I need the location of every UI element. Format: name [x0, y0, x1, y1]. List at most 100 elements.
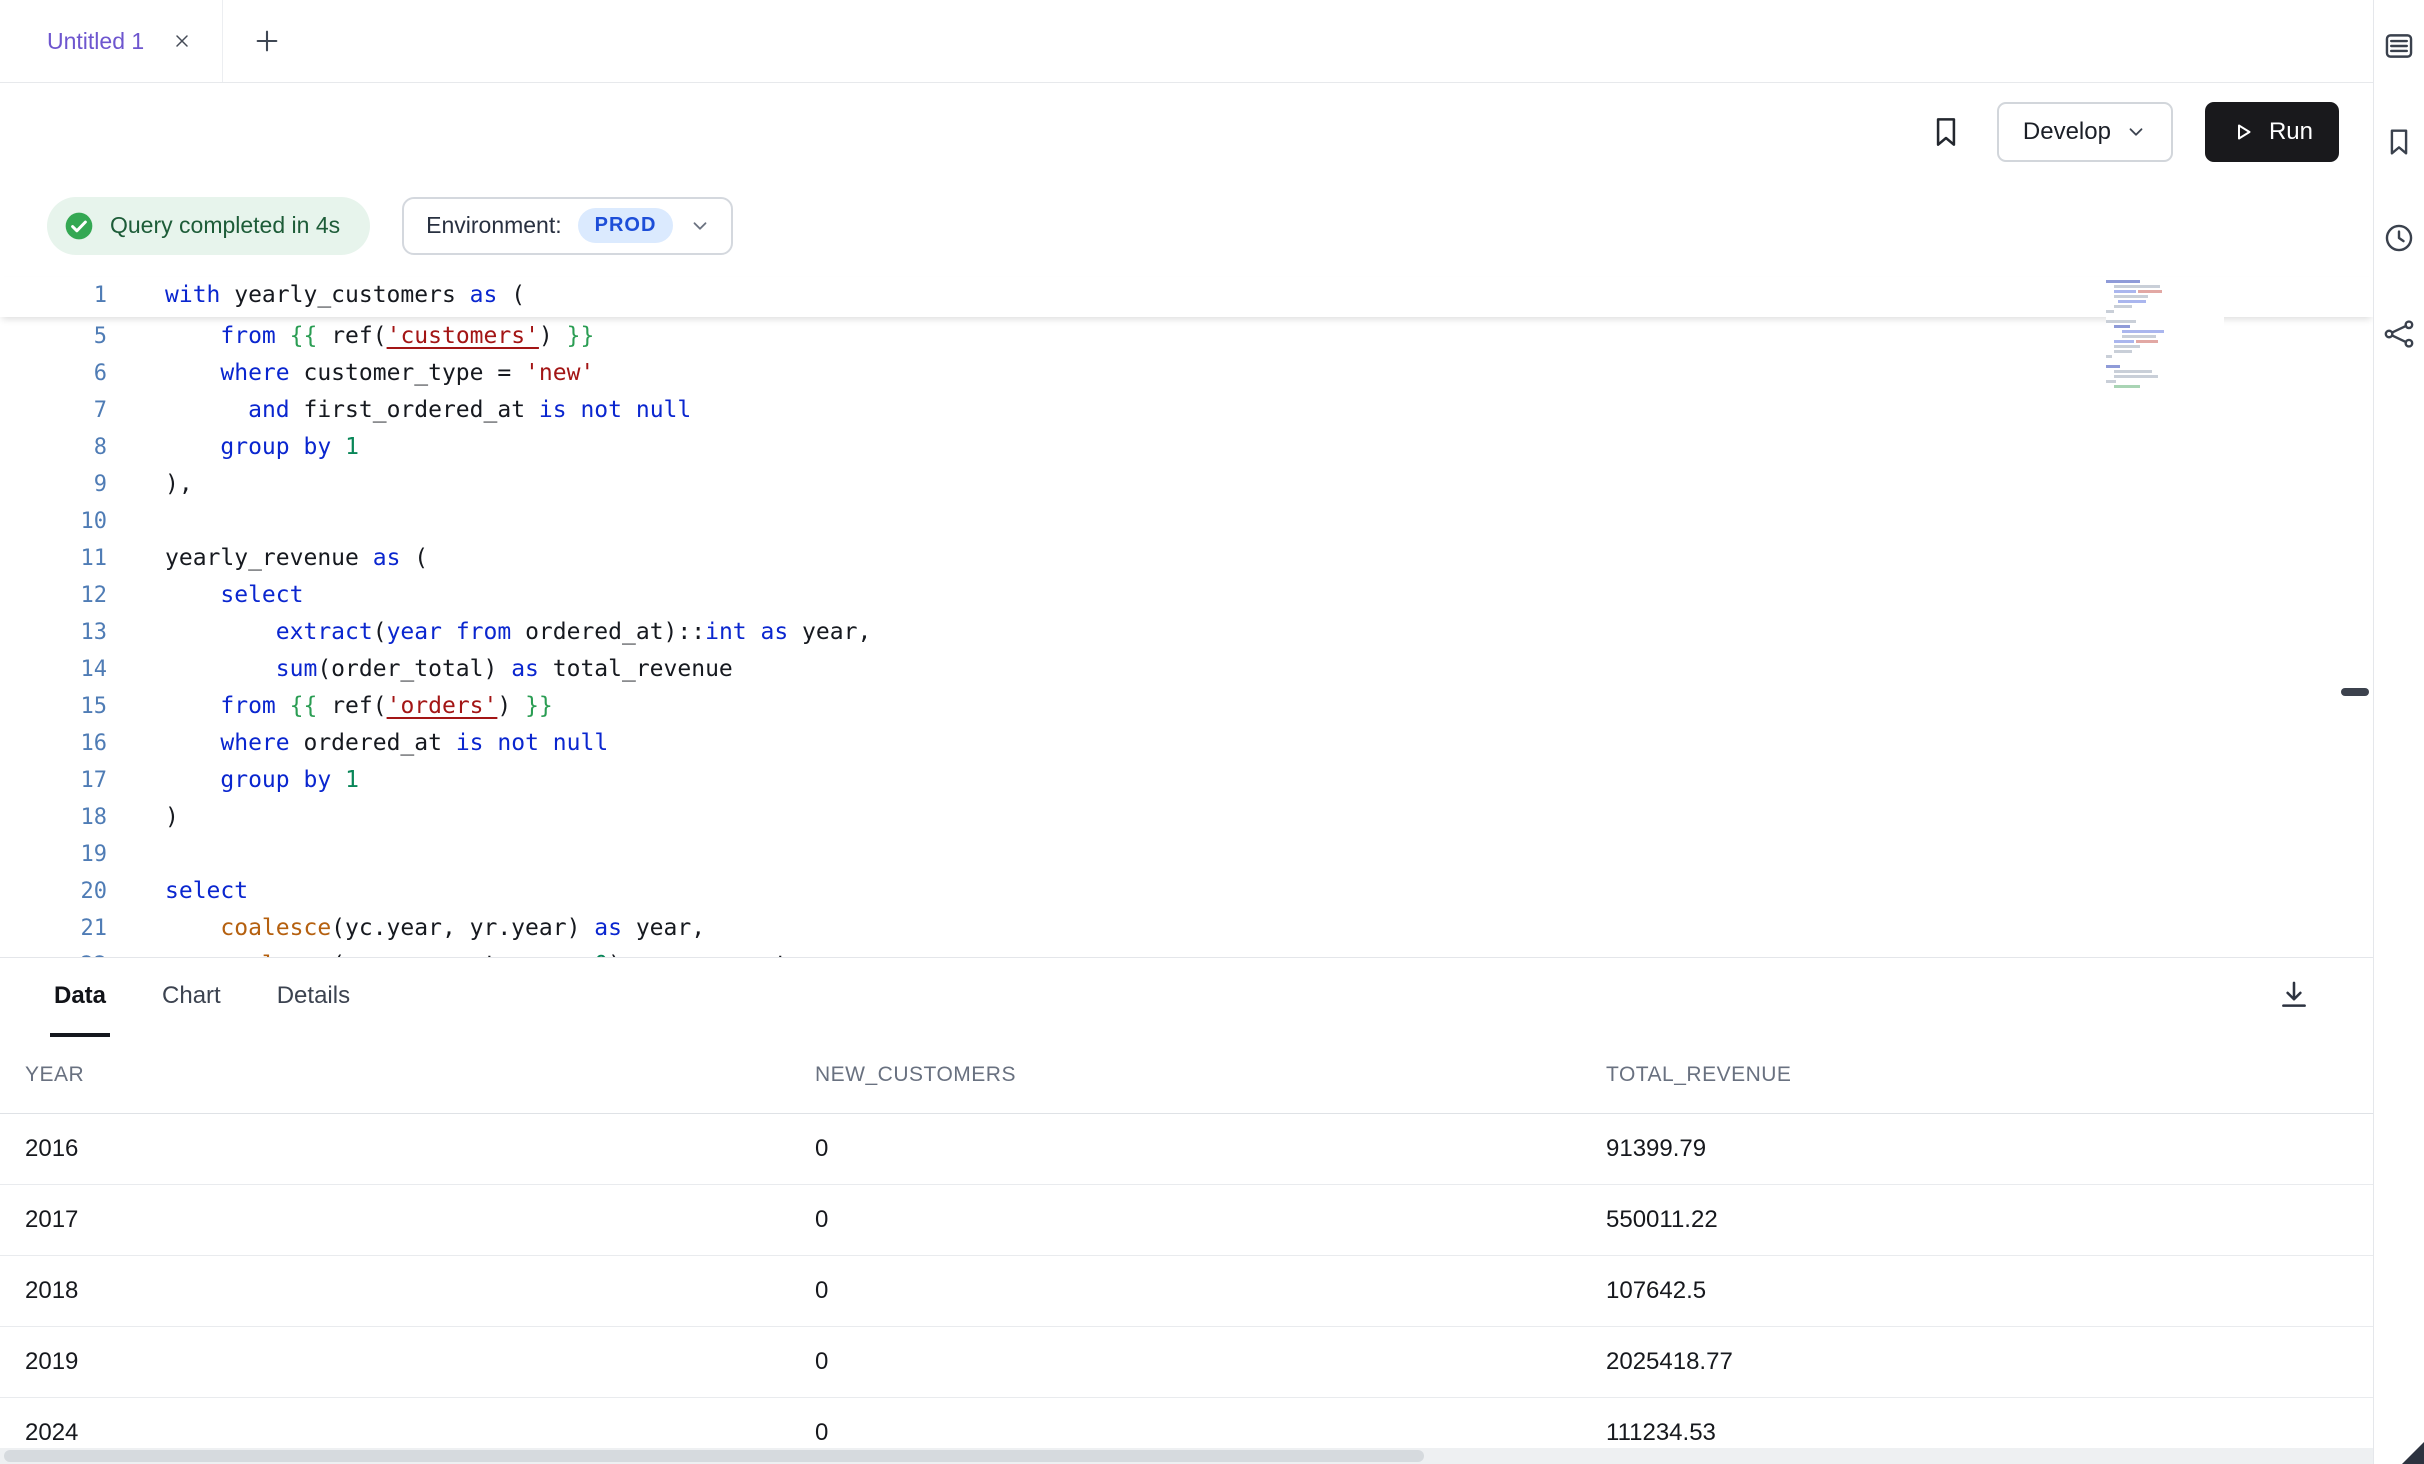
code-text: and first_ordered_at is not null — [165, 392, 691, 429]
resize-grip[interactable] — [2402, 1442, 2424, 1464]
code-text: ), — [165, 466, 193, 503]
chevron-down-icon — [689, 215, 711, 237]
line-number: 18 — [0, 799, 107, 836]
table-header: YEARNEW_CUSTOMERSTOTAL_REVENUE — [0, 1037, 2373, 1114]
table-cell: 0 — [815, 1135, 1606, 1163]
code-line[interactable]: 9), — [0, 466, 2373, 503]
new-tab-button[interactable] — [253, 27, 281, 55]
table-row[interactable]: 20180107642.5 — [0, 1256, 2373, 1327]
line-number: 15 — [0, 688, 107, 725]
chevron-down-icon — [2125, 121, 2147, 143]
query-status-badge: Query completed in 4s — [47, 197, 370, 255]
horizontal-scrollbar-thumb[interactable] — [4, 1450, 1424, 1462]
table-cell: 2019 — [25, 1348, 815, 1376]
bookmark-icon[interactable] — [1927, 113, 1965, 151]
column-header: YEAR — [25, 1063, 815, 1087]
code-line[interactable]: 13 extract(year from ordered_at)::int as… — [0, 614, 2373, 651]
table-body: 2016091399.7920170550011.2220180107642.5… — [0, 1114, 2373, 1464]
code-line[interactable]: 11yearly_revenue as ( — [0, 540, 2373, 577]
code-line[interactable]: 16 where ordered_at is not null — [0, 725, 2373, 762]
outline-list-icon[interactable] — [2382, 29, 2416, 63]
close-tab-icon[interactable] — [172, 31, 192, 51]
code-editor[interactable]: 5 from {{ ref('customers') }}6 where cus… — [0, 270, 2373, 957]
line-number: 21 — [0, 910, 107, 947]
table-cell: 2024 — [25, 1419, 815, 1447]
tab-data[interactable]: Data — [50, 958, 110, 1037]
code-line[interactable]: 5 from {{ ref('customers') }} — [0, 318, 2373, 355]
check-circle-icon — [63, 210, 95, 242]
table-row[interactable]: 201902025418.77 — [0, 1327, 2373, 1398]
code-text: extract(year from ordered_at)::int as ye… — [165, 614, 871, 651]
table-cell: 0 — [815, 1348, 1606, 1376]
table-cell: 0 — [815, 1277, 1606, 1305]
table-cell: 2016 — [25, 1135, 815, 1163]
bookmark-panel-icon[interactable] — [2382, 125, 2416, 159]
code-line[interactable]: 21 coalesce(yc.year, yr.year) as year, — [0, 910, 2373, 947]
history-icon[interactable] — [2382, 221, 2416, 255]
download-icon[interactable] — [2277, 978, 2311, 1012]
code-text: sum(order_total) as total_revenue — [165, 651, 733, 688]
minimap[interactable] — [2106, 280, 2224, 398]
tab-untitled-1[interactable]: Untitled 1 — [0, 0, 223, 82]
code-text: with yearly_customers as ( — [165, 277, 525, 314]
code-line[interactable]: 6 where customer_type = 'new' — [0, 355, 2373, 392]
environment-label: Environment: — [426, 212, 562, 239]
right-sidebar — [2373, 0, 2424, 1464]
line-number: 14 — [0, 651, 107, 688]
code-line[interactable]: 8 group by 1 — [0, 429, 2373, 466]
table-cell: 2018 — [25, 1277, 815, 1305]
code-line[interactable]: 22 coalesce(yc.new_customers, 0) as new_… — [0, 947, 2373, 957]
develop-label: Develop — [2023, 118, 2111, 146]
code-text: coalesce(yc.year, yr.year) as year, — [165, 910, 705, 947]
code-text: select — [165, 873, 248, 910]
code-text: from {{ ref('orders') }} — [165, 688, 553, 725]
tab-bar: Untitled 1 — [0, 0, 2373, 83]
results-tabs: Data Chart Details — [0, 958, 2373, 1037]
code-line[interactable]: 14 sum(order_total) as total_revenue — [0, 651, 2373, 688]
run-button[interactable]: Run — [2205, 102, 2339, 162]
table-cell: 2025418.77 — [1606, 1348, 2373, 1376]
code-text: group by 1 — [165, 429, 359, 466]
table-cell: 550011.22 — [1606, 1206, 2373, 1234]
line-number: 9 — [0, 466, 107, 503]
code-text: select — [165, 577, 303, 614]
main-area: Untitled 1 Develop Run — [0, 0, 2373, 1464]
lineage-icon[interactable] — [2382, 317, 2416, 351]
code-line[interactable]: 15 from {{ ref('orders') }} — [0, 688, 2373, 725]
line-number: 17 — [0, 762, 107, 799]
table-cell: 0 — [815, 1419, 1606, 1447]
horizontal-scrollbar[interactable] — [0, 1448, 2373, 1464]
table-cell: 2017 — [25, 1206, 815, 1234]
code-line[interactable]: 10 — [0, 503, 2373, 540]
line-number: 1 — [0, 277, 107, 314]
code-text: where customer_type = 'new' — [165, 355, 594, 392]
run-label: Run — [2269, 118, 2313, 146]
code-text: group by 1 — [165, 762, 359, 799]
line-number: 12 — [0, 577, 107, 614]
line-number: 19 — [0, 836, 107, 873]
line-number: 5 — [0, 318, 107, 355]
toolbar: Develop Run — [0, 83, 2373, 181]
code-line[interactable]: 20select — [0, 873, 2373, 910]
environment-selector[interactable]: Environment: PROD — [402, 197, 733, 255]
app-window: Untitled 1 Develop Run — [0, 0, 2424, 1464]
line-number: 7 — [0, 392, 107, 429]
play-icon — [2231, 120, 2255, 144]
query-status-text: Query completed in 4s — [110, 212, 340, 239]
line-number: 6 — [0, 355, 107, 392]
develop-dropdown[interactable]: Develop — [1997, 102, 2173, 162]
code-line[interactable]: 7 and first_ordered_at is not null — [0, 392, 2373, 429]
code-line[interactable]: 17 group by 1 — [0, 762, 2373, 799]
tab-details[interactable]: Details — [273, 958, 354, 1037]
status-row: Query completed in 4s Environment: PROD — [0, 181, 2373, 270]
code-line[interactable]: 18) — [0, 799, 2373, 836]
table-row[interactable]: 2016091399.79 — [0, 1114, 2373, 1185]
line-number: 10 — [0, 503, 107, 540]
code-line[interactable]: 19 — [0, 836, 2373, 873]
code-line[interactable]: 1 with yearly_customers as ( — [0, 277, 2373, 314]
table-row[interactable]: 20170550011.22 — [0, 1185, 2373, 1256]
tab-chart[interactable]: Chart — [158, 958, 225, 1037]
scrollbar-handle[interactable] — [2341, 688, 2369, 696]
environment-badge: PROD — [578, 208, 674, 243]
code-line[interactable]: 12 select — [0, 577, 2373, 614]
